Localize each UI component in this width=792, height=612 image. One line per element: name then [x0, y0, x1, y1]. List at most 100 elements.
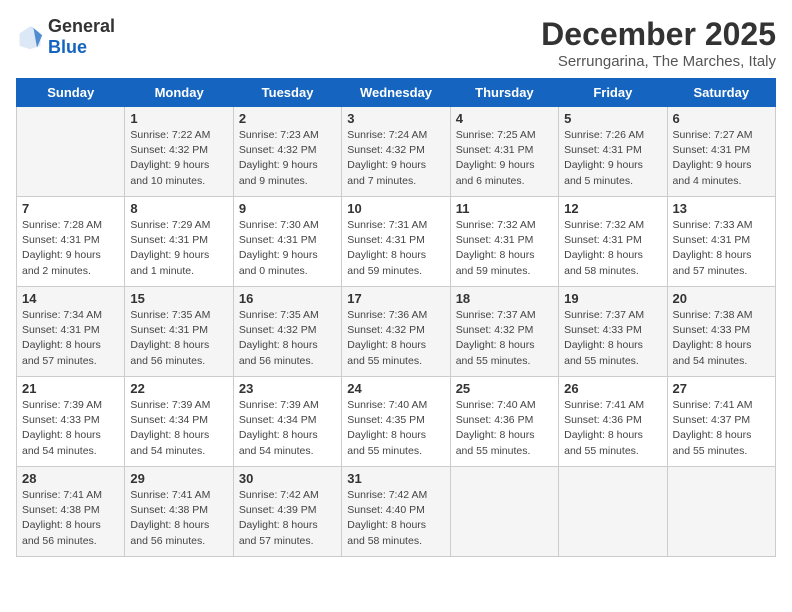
day-info: Sunrise: 7:27 AM Sunset: 4:31 PM Dayligh…	[673, 128, 770, 189]
day-info: Sunrise: 7:23 AM Sunset: 4:32 PM Dayligh…	[239, 128, 336, 189]
weekday-header: Monday	[125, 79, 233, 107]
day-number: 19	[564, 291, 661, 306]
day-number: 18	[456, 291, 553, 306]
day-number: 5	[564, 111, 661, 126]
day-number: 27	[673, 381, 770, 396]
weekday-header: Wednesday	[342, 79, 450, 107]
calendar-cell: 16 Sunrise: 7:35 AM Sunset: 4:32 PM Dayli…	[233, 287, 341, 377]
calendar-week-row: 1 Sunrise: 7:22 AM Sunset: 4:32 PM Daylig…	[17, 107, 776, 197]
day-number: 21	[22, 381, 119, 396]
day-info: Sunrise: 7:29 AM Sunset: 4:31 PM Dayligh…	[130, 218, 227, 279]
weekday-header: Sunday	[17, 79, 125, 107]
day-info: Sunrise: 7:40 AM Sunset: 4:36 PM Dayligh…	[456, 398, 553, 459]
day-info: Sunrise: 7:41 AM Sunset: 4:36 PM Dayligh…	[564, 398, 661, 459]
calendar-cell: 11 Sunrise: 7:32 AM Sunset: 4:31 PM Dayli…	[450, 197, 558, 287]
subtitle: Serrungarina, The Marches, Italy	[541, 53, 776, 70]
calendar-cell: 14 Sunrise: 7:34 AM Sunset: 4:31 PM Dayli…	[17, 287, 125, 377]
calendar-cell: 21 Sunrise: 7:39 AM Sunset: 4:33 PM Dayli…	[17, 377, 125, 467]
day-number: 10	[347, 201, 444, 216]
day-number: 4	[456, 111, 553, 126]
calendar-cell: 30Sunrise: 7:42 AM Sunset: 4:39 PM Dayli…	[233, 467, 341, 557]
day-info: Sunrise: 7:35 AM Sunset: 4:32 PM Dayligh…	[239, 308, 336, 369]
day-info: Sunrise: 7:39 AM Sunset: 4:33 PM Dayligh…	[22, 398, 119, 459]
day-info: Sunrise: 7:33 AM Sunset: 4:31 PM Dayligh…	[673, 218, 770, 279]
day-number: 15	[130, 291, 227, 306]
day-number: 1	[130, 111, 227, 126]
day-info: Sunrise: 7:35 AM Sunset: 4:31 PM Dayligh…	[130, 308, 227, 369]
day-number: 13	[673, 201, 770, 216]
day-info: Sunrise: 7:31 AM Sunset: 4:31 PM Dayligh…	[347, 218, 444, 279]
day-number: 28	[22, 471, 119, 486]
day-info: Sunrise: 7:32 AM Sunset: 4:31 PM Dayligh…	[564, 218, 661, 279]
calendar-cell: 3 Sunrise: 7:24 AM Sunset: 4:32 PM Daylig…	[342, 107, 450, 197]
calendar-table: SundayMondayTuesdayWednesdayThursdayFrid…	[16, 78, 776, 557]
day-number: 16	[239, 291, 336, 306]
calendar-cell: 4 Sunrise: 7:25 AM Sunset: 4:31 PM Daylig…	[450, 107, 558, 197]
calendar-cell: 6 Sunrise: 7:27 AM Sunset: 4:31 PM Daylig…	[667, 107, 775, 197]
calendar-week-row: 7 Sunrise: 7:28 AM Sunset: 4:31 PM Daylig…	[17, 197, 776, 287]
day-info: Sunrise: 7:22 AM Sunset: 4:32 PM Dayligh…	[130, 128, 227, 189]
calendar-cell: 9 Sunrise: 7:30 AM Sunset: 4:31 PM Daylig…	[233, 197, 341, 287]
weekday-header: Saturday	[667, 79, 775, 107]
calendar-cell	[17, 107, 125, 197]
calendar-cell: 18 Sunrise: 7:37 AM Sunset: 4:32 PM Dayli…	[450, 287, 558, 377]
day-info: Sunrise: 7:25 AM Sunset: 4:31 PM Dayligh…	[456, 128, 553, 189]
day-number: 2	[239, 111, 336, 126]
calendar-cell	[450, 467, 558, 557]
day-number: 8	[130, 201, 227, 216]
day-number: 31	[347, 471, 444, 486]
day-info: Sunrise: 7:30 AM Sunset: 4:31 PM Dayligh…	[239, 218, 336, 279]
calendar-cell: 20 Sunrise: 7:38 AM Sunset: 4:33 PM Dayli…	[667, 287, 775, 377]
day-number: 22	[130, 381, 227, 396]
logo-blue: Blue	[48, 37, 87, 57]
calendar-cell: 13 Sunrise: 7:33 AM Sunset: 4:31 PM Dayli…	[667, 197, 775, 287]
day-info: Sunrise: 7:37 AM Sunset: 4:33 PM Dayligh…	[564, 308, 661, 369]
day-number: 3	[347, 111, 444, 126]
calendar-cell: 15 Sunrise: 7:35 AM Sunset: 4:31 PM Dayli…	[125, 287, 233, 377]
day-number: 11	[456, 201, 553, 216]
day-number: 7	[22, 201, 119, 216]
day-info: Sunrise: 7:28 AM Sunset: 4:31 PM Dayligh…	[22, 218, 119, 279]
title-block: December 2025 Serrungarina, The Marches,…	[541, 16, 776, 70]
calendar-cell: 26Sunrise: 7:41 AM Sunset: 4:36 PM Dayli…	[559, 377, 667, 467]
day-number: 25	[456, 381, 553, 396]
day-info: Sunrise: 7:41 AM Sunset: 4:38 PM Dayligh…	[22, 488, 119, 549]
day-info: Sunrise: 7:37 AM Sunset: 4:32 PM Dayligh…	[456, 308, 553, 369]
day-info: Sunrise: 7:39 AM Sunset: 4:34 PM Dayligh…	[130, 398, 227, 459]
calendar-cell: 31 Sunrise: 7:42 AM Sunset: 4:40 PM Dayli…	[342, 467, 450, 557]
main-title: December 2025	[541, 16, 776, 53]
day-number: 29	[130, 471, 227, 486]
day-number: 20	[673, 291, 770, 306]
weekday-header: Friday	[559, 79, 667, 107]
calendar-cell: 29Sunrise: 7:41 AM Sunset: 4:38 PM Dayli…	[125, 467, 233, 557]
day-info: Sunrise: 7:32 AM Sunset: 4:31 PM Dayligh…	[456, 218, 553, 279]
calendar-cell: 7 Sunrise: 7:28 AM Sunset: 4:31 PM Daylig…	[17, 197, 125, 287]
day-info: Sunrise: 7:34 AM Sunset: 4:31 PM Dayligh…	[22, 308, 119, 369]
day-number: 9	[239, 201, 336, 216]
day-number: 12	[564, 201, 661, 216]
day-info: Sunrise: 7:24 AM Sunset: 4:32 PM Dayligh…	[347, 128, 444, 189]
calendar-week-row: 14 Sunrise: 7:34 AM Sunset: 4:31 PM Dayli…	[17, 287, 776, 377]
calendar-cell: 23Sunrise: 7:39 AM Sunset: 4:34 PM Dayli…	[233, 377, 341, 467]
logo: General Blue	[16, 16, 115, 58]
calendar-cell: 27Sunrise: 7:41 AM Sunset: 4:37 PM Dayli…	[667, 377, 775, 467]
day-info: Sunrise: 7:42 AM Sunset: 4:39 PM Dayligh…	[239, 488, 336, 549]
weekday-header: Thursday	[450, 79, 558, 107]
day-info: Sunrise: 7:42 AM Sunset: 4:40 PM Dayligh…	[347, 488, 444, 549]
calendar-cell	[667, 467, 775, 557]
day-info: Sunrise: 7:40 AM Sunset: 4:35 PM Dayligh…	[347, 398, 444, 459]
day-number: 6	[673, 111, 770, 126]
calendar-cell: 8 Sunrise: 7:29 AM Sunset: 4:31 PM Daylig…	[125, 197, 233, 287]
calendar-cell: 19 Sunrise: 7:37 AM Sunset: 4:33 PM Dayli…	[559, 287, 667, 377]
calendar-cell: 2 Sunrise: 7:23 AM Sunset: 4:32 PM Daylig…	[233, 107, 341, 197]
calendar-week-row: 28 Sunrise: 7:41 AM Sunset: 4:38 PM Dayli…	[17, 467, 776, 557]
logo-icon	[16, 23, 44, 51]
day-number: 23	[239, 381, 336, 396]
calendar-week-row: 21 Sunrise: 7:39 AM Sunset: 4:33 PM Dayli…	[17, 377, 776, 467]
day-number: 14	[22, 291, 119, 306]
calendar-cell: 12 Sunrise: 7:32 AM Sunset: 4:31 PM Dayli…	[559, 197, 667, 287]
day-info: Sunrise: 7:38 AM Sunset: 4:33 PM Dayligh…	[673, 308, 770, 369]
calendar-cell: 25 Sunrise: 7:40 AM Sunset: 4:36 PM Dayli…	[450, 377, 558, 467]
logo-general: General	[48, 16, 115, 36]
day-number: 17	[347, 291, 444, 306]
